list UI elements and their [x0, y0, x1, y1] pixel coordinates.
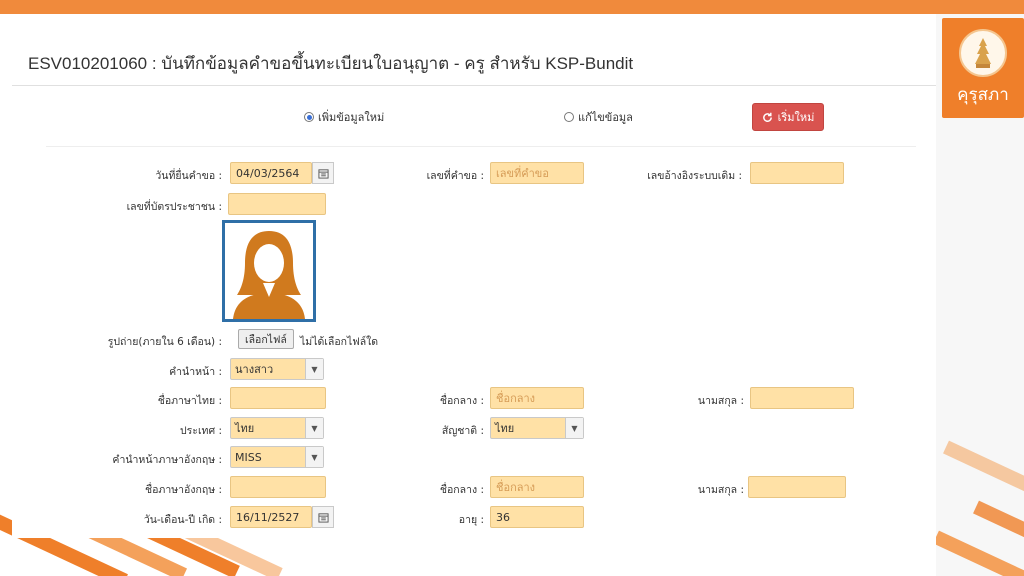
name-th-input[interactable] [230, 387, 326, 409]
chevron-down-icon[interactable]: ▼ [305, 418, 323, 438]
right-decoration [936, 380, 1024, 576]
prefix-en-select[interactable]: MISS ▼ [230, 446, 324, 468]
country-label: ประเทศ : [180, 425, 222, 437]
id-card-label: เลขที่บัตรประชาชน : [126, 201, 222, 213]
request-no-input[interactable]: เลขที่คำขอ [490, 162, 584, 184]
title-bar: ESV010201060 : บันทึกข้อมูลคำขอขึ้นทะเบี… [12, 42, 936, 86]
file-status-text: ไม่ได้เลือกไฟล์ใด [300, 336, 379, 348]
top-accent-bar [0, 0, 1024, 14]
middle-en-input[interactable]: ชื่อกลาง [490, 476, 584, 498]
prefix-en-value: MISS [235, 450, 262, 464]
seal-logo-icon [959, 28, 1007, 77]
radio-add-new[interactable]: เพิ่มข้อมูลใหม่ [304, 108, 384, 126]
prefix-th-select[interactable]: นางสาว ▼ [230, 358, 324, 380]
prefix-th-value: นางสาว [235, 363, 274, 376]
chevron-down-icon[interactable]: ▼ [305, 359, 323, 379]
request-date-label: วันที่ยื่นคำขอ : [155, 170, 222, 182]
page-title: ESV010201060 : บันทึกข้อมูลคำขอขึ้นทะเบี… [28, 54, 634, 73]
nationality-select[interactable]: ไทย ▼ [490, 417, 584, 439]
photo-preview [222, 220, 316, 322]
radio-add-indicator[interactable] [304, 112, 314, 122]
choose-file-button[interactable]: เลือกไฟล์ [238, 329, 294, 349]
age-label: อายุ : [458, 514, 484, 526]
surname-th-label: นามสกุล : [697, 395, 744, 407]
old-ref-label: เลขอ้างอิงระบบเดิม : [647, 170, 742, 182]
radio-edit[interactable]: แก้ไขข้อมูล [564, 108, 633, 126]
radio-add-label: เพิ่มข้อมูลใหม่ [318, 111, 385, 124]
reset-button[interactable]: เริ่มใหม่ [752, 103, 824, 131]
divider [46, 146, 916, 147]
old-ref-input[interactable] [750, 162, 844, 184]
surname-en-input[interactable] [748, 476, 846, 498]
radio-edit-indicator[interactable] [564, 112, 574, 122]
calendar-icon [317, 168, 329, 179]
radio-edit-label: แก้ไขข้อมูล [578, 111, 633, 124]
refresh-icon [762, 112, 772, 122]
id-card-input[interactable] [228, 193, 326, 215]
nationality-value: ไทย [495, 422, 515, 435]
calendar-icon [317, 512, 329, 523]
country-value: ไทย [235, 422, 255, 435]
birth-date-input[interactable]: 16/11/2527 [230, 506, 312, 528]
middle-en-label: ชื่อกลาง : [439, 484, 484, 496]
khurusapha-logo: คุรุสภา [942, 18, 1024, 118]
surname-en-label: นามสกุล : [697, 484, 744, 496]
surname-th-input[interactable] [750, 387, 854, 409]
middle-th-input[interactable]: ชื่อกลาง [490, 387, 584, 409]
chevron-down-icon[interactable]: ▼ [305, 447, 323, 467]
request-date-calendar-button[interactable] [312, 162, 334, 184]
female-avatar-icon [233, 231, 305, 319]
name-en-input[interactable] [230, 476, 326, 498]
request-date-input[interactable]: 04/03/2564 [230, 162, 312, 184]
chevron-down-icon[interactable]: ▼ [565, 418, 583, 438]
nationality-label: สัญชาติ : [441, 425, 484, 437]
country-select[interactable]: ไทย ▼ [230, 417, 324, 439]
birth-date-label: วัน-เดือน-ปี เกิด : [143, 514, 222, 526]
reset-button-label: เริ่มใหม่ [777, 111, 815, 124]
birth-date-calendar-button[interactable] [312, 506, 334, 528]
prefix-th-label: คำนำหน้า : [169, 366, 222, 378]
age-input[interactable]: 36 [490, 506, 584, 528]
photo-label: รูปถ่าย(ภายใน 6 เดือน) : [107, 336, 222, 348]
logo-text: คุรุสภา [957, 84, 1009, 105]
mode-selector: เพิ่มข้อมูลใหม่ แก้ไขข้อมูล เริ่มใหม่ [12, 98, 936, 132]
request-no-label: เลขที่คำขอ : [426, 170, 484, 182]
form-panel: ESV010201060 : บันทึกข้อมูลคำขอขึ้นทะเบี… [12, 38, 936, 538]
name-en-label: ชื่อภาษาอังกฤษ : [144, 484, 222, 496]
name-th-label: ชื่อภาษาไทย : [157, 395, 222, 407]
middle-th-label: ชื่อกลาง : [439, 395, 484, 407]
prefix-en-label: คำนำหน้าภาษาอังกฤษ : [112, 454, 222, 466]
